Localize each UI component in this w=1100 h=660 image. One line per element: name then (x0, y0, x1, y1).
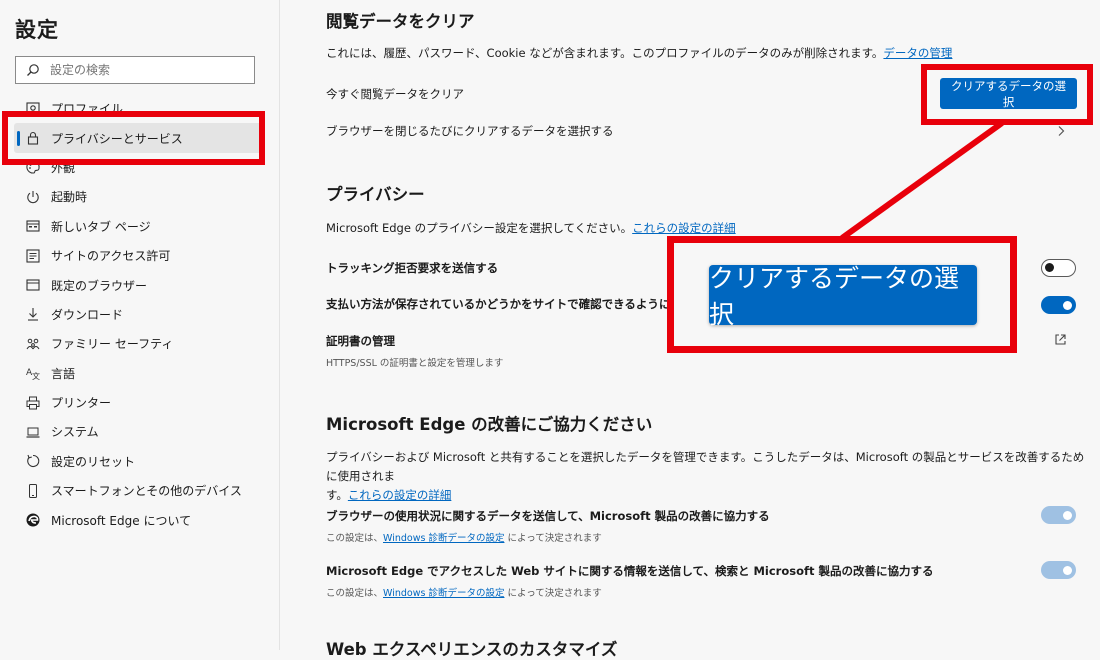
zoom-clear-button: クリアするデータの選択 (709, 264, 977, 329)
zoom-callout: クリアするデータの選択 (667, 236, 1017, 353)
